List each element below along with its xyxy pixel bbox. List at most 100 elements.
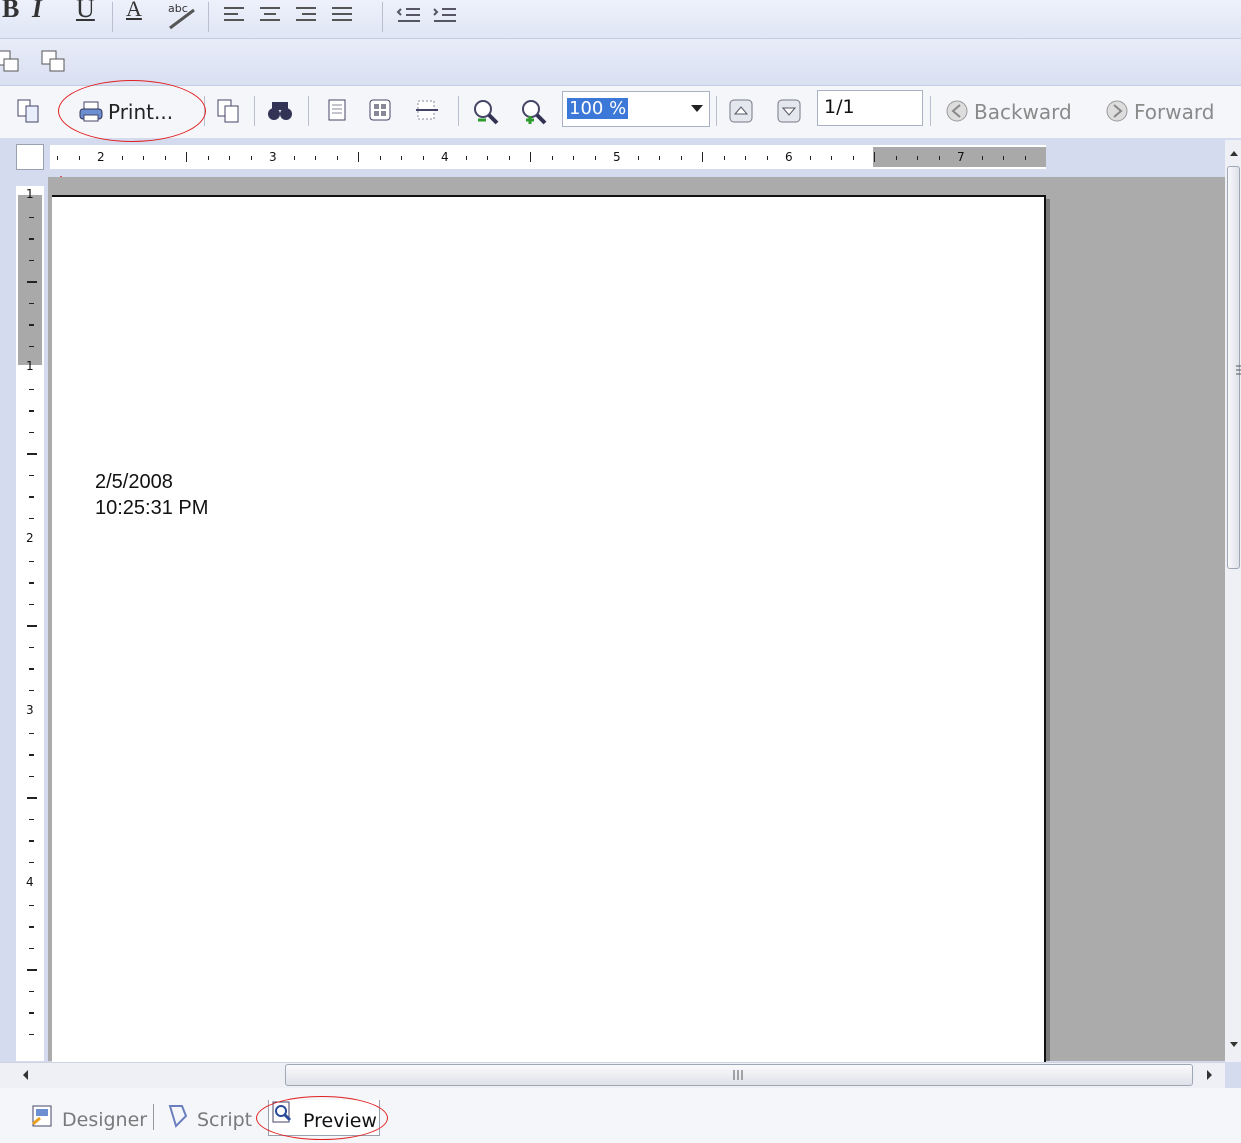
report-page bbox=[52, 195, 1046, 1065]
ruler-tick bbox=[637, 156, 639, 160]
ruler-tick bbox=[164, 156, 166, 160]
ruler-tick bbox=[852, 156, 854, 160]
send-to-back-icon[interactable] bbox=[38, 47, 68, 75]
increase-indent-icon[interactable] bbox=[432, 6, 458, 28]
zoom-select[interactable]: 100 % bbox=[562, 91, 710, 127]
ruler-tick bbox=[29, 775, 34, 777]
chevron-down-icon[interactable] bbox=[691, 105, 703, 112]
ruler-number: 7 bbox=[957, 150, 965, 164]
ruler-tick bbox=[29, 668, 34, 670]
ruler-tick bbox=[1024, 156, 1026, 160]
ruler-tick bbox=[29, 302, 34, 304]
backward-icon[interactable] bbox=[944, 98, 970, 124]
forward-icon[interactable] bbox=[1104, 98, 1130, 124]
ruler-number: 4 bbox=[26, 875, 34, 889]
grip-icon bbox=[1236, 365, 1241, 375]
ruler-tick bbox=[723, 156, 725, 160]
spellcheck-icon[interactable]: abc bbox=[164, 0, 204, 32]
script-icon bbox=[168, 1105, 188, 1128]
designer-icon bbox=[32, 1105, 52, 1127]
ruler-tick bbox=[809, 156, 811, 160]
ruler-corner bbox=[16, 144, 44, 170]
ruler-tick bbox=[29, 1012, 34, 1014]
forward-button[interactable]: Forward bbox=[1134, 100, 1214, 124]
ruler-tick bbox=[29, 238, 34, 240]
svg-text:abc: abc bbox=[168, 2, 188, 15]
ruler-number: 5 bbox=[613, 150, 621, 164]
scroll-down-icon[interactable] bbox=[1229, 1040, 1239, 1050]
page-number-field[interactable]: 1/1 bbox=[817, 90, 923, 126]
ruler-tick bbox=[29, 840, 34, 842]
ruler-tick bbox=[29, 324, 34, 326]
ruler-tick bbox=[29, 345, 34, 347]
page-shadow bbox=[1046, 199, 1050, 1061]
separator bbox=[716, 96, 717, 126]
next-page-icon[interactable] bbox=[776, 98, 802, 124]
copy-icon[interactable] bbox=[216, 98, 242, 124]
scroll-up-icon[interactable] bbox=[1229, 148, 1239, 158]
ruler-tick bbox=[938, 156, 940, 160]
ruler-tick bbox=[659, 156, 660, 160]
ruler-tick bbox=[143, 156, 144, 160]
ruler-tick bbox=[29, 904, 34, 906]
backward-button[interactable]: Backward bbox=[974, 100, 1072, 124]
separator bbox=[112, 2, 113, 32]
ruler-tick bbox=[29, 754, 34, 756]
ruler-tick bbox=[29, 259, 34, 261]
zoom-in-icon[interactable] bbox=[520, 98, 548, 126]
align-left-icon[interactable] bbox=[222, 4, 246, 26]
multiple-pages-icon[interactable] bbox=[368, 98, 392, 124]
ruler-tick bbox=[29, 216, 34, 218]
zoom-out-icon[interactable] bbox=[472, 98, 500, 126]
ruler-tick bbox=[401, 156, 402, 160]
ruler-number: 3 bbox=[26, 703, 34, 717]
separator bbox=[254, 96, 255, 126]
ruler-tick bbox=[29, 818, 34, 820]
ruler-tick bbox=[293, 156, 295, 160]
align-right-icon[interactable] bbox=[294, 4, 318, 26]
separator bbox=[930, 96, 931, 126]
ruler-number: 6 bbox=[785, 150, 793, 164]
separator bbox=[208, 2, 209, 32]
ruler-tick bbox=[745, 156, 746, 160]
underline-icon[interactable]: U bbox=[76, 0, 95, 24]
ruler-tick bbox=[831, 156, 832, 160]
scroll-right-icon[interactable] bbox=[1205, 1069, 1215, 1081]
ruler-number: 1 bbox=[26, 359, 34, 373]
ruler-tick bbox=[27, 797, 37, 799]
bold-icon[interactable]: B bbox=[2, 0, 19, 24]
arrange-toolbar bbox=[0, 39, 1241, 86]
grip-icon bbox=[733, 1070, 743, 1080]
bring-to-front-icon[interactable] bbox=[0, 47, 24, 75]
page-width-icon[interactable] bbox=[414, 98, 440, 124]
ruler-tick bbox=[29, 517, 34, 519]
ruler-tick bbox=[121, 156, 123, 160]
pages-icon[interactable] bbox=[16, 98, 42, 124]
tab-designer[interactable]: Designer bbox=[62, 1109, 147, 1131]
scroll-left-icon[interactable] bbox=[20, 1069, 30, 1081]
find-icon[interactable] bbox=[266, 98, 294, 124]
align-center-icon[interactable] bbox=[258, 4, 282, 26]
ruler-tick bbox=[29, 496, 34, 498]
tab-script[interactable]: Script bbox=[197, 1109, 252, 1131]
ruler-tick bbox=[1003, 156, 1004, 160]
ruler-number: 2 bbox=[97, 150, 105, 164]
ruler-tick bbox=[487, 156, 488, 160]
ruler-tick bbox=[250, 156, 252, 160]
italic-icon[interactable]: I bbox=[32, 0, 42, 24]
decrease-indent-icon[interactable] bbox=[396, 6, 422, 28]
report-time: 10:25:31 PM bbox=[95, 497, 209, 519]
ruler-tick bbox=[981, 156, 983, 160]
ruler-tick bbox=[680, 156, 682, 160]
previous-page-icon[interactable] bbox=[728, 98, 754, 124]
separator bbox=[458, 96, 459, 126]
ruler-tick bbox=[594, 156, 596, 160]
page-number-value: 1/1 bbox=[824, 96, 855, 118]
single-page-icon[interactable] bbox=[326, 98, 350, 124]
font-color-icon[interactable]: A bbox=[126, 0, 142, 22]
ruler-tick bbox=[917, 156, 918, 160]
ruler-tick bbox=[465, 156, 467, 160]
ruler-tick bbox=[27, 281, 37, 283]
report-date: 2/5/2008 bbox=[95, 471, 173, 493]
justify-icon[interactable] bbox=[330, 4, 354, 26]
